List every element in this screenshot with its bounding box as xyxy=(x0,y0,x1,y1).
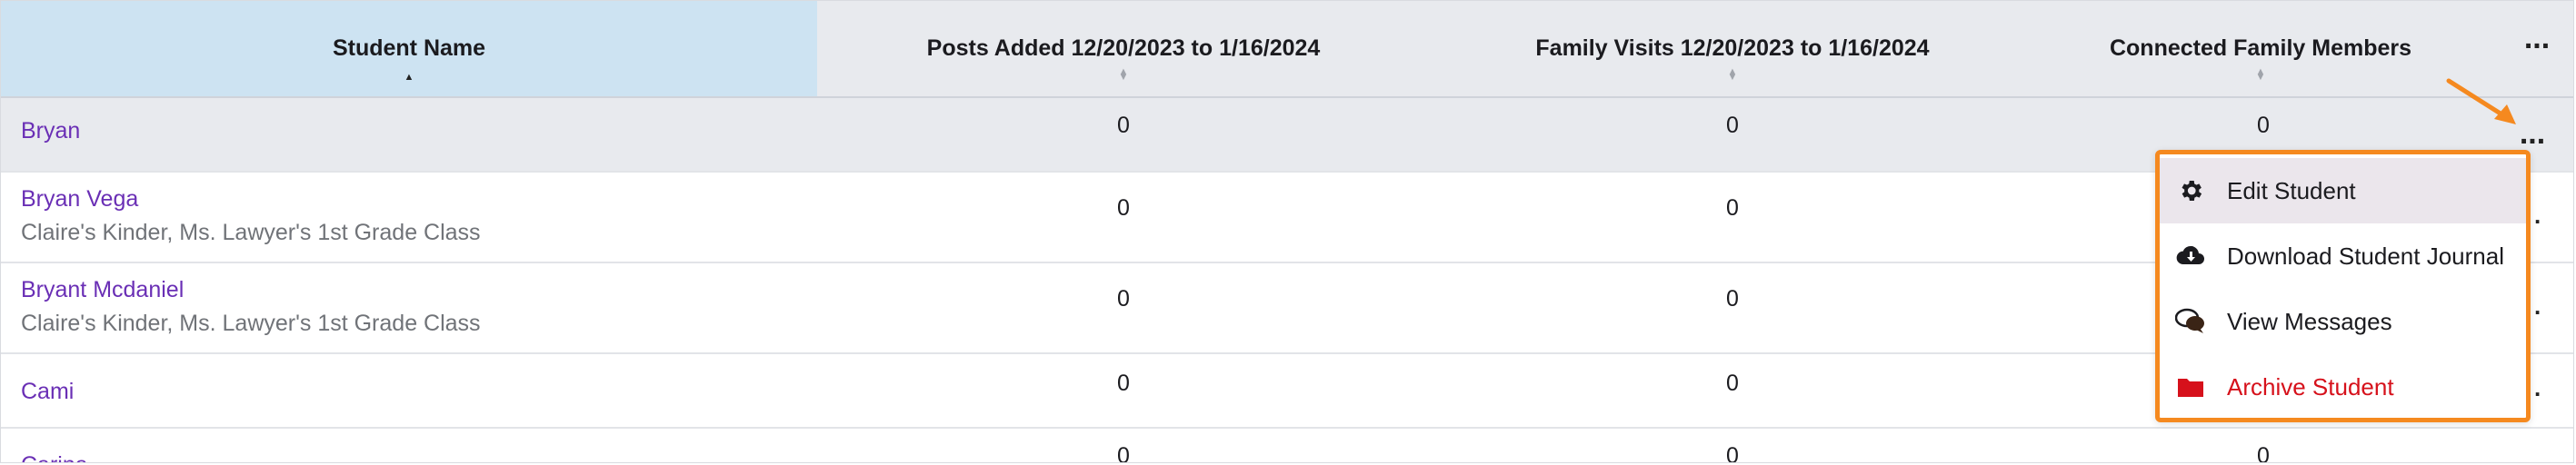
sort-icon: ▲ ▼ xyxy=(1727,66,1738,83)
column-header-student-name[interactable]: Student Name ▲ xyxy=(1,1,817,96)
row-more-options-icon[interactable]: . xyxy=(2534,292,2541,321)
folder-icon xyxy=(2172,375,2209,399)
menu-item-label: Download Student Journal xyxy=(2227,242,2504,270)
student-name-link[interactable]: Bryant Mcdaniel xyxy=(21,277,184,303)
annotation-arrow-icon xyxy=(2446,78,2516,124)
posts-count: 0 xyxy=(1117,113,1130,138)
column-header-posts-added[interactable]: Posts Added 12/20/2023 to 1/16/2024 ▲ ▼ xyxy=(817,1,1430,96)
menu-item-download-journal[interactable]: Download Student Journal xyxy=(2160,223,2526,289)
visits-count: 0 xyxy=(1726,443,1739,463)
posts-count: 0 xyxy=(1117,286,1130,312)
table-row: Carina 0 0 0 xyxy=(1,429,2573,463)
gear-icon xyxy=(2172,177,2209,204)
student-name-link[interactable]: Cami xyxy=(21,379,74,405)
visits-count: 0 xyxy=(1726,286,1739,312)
sort-ascending-icon: ▲ xyxy=(404,72,414,83)
members-count: 0 xyxy=(2257,443,2270,463)
members-count: 0 xyxy=(2257,113,2270,138)
student-class-text: Claire's Kinder, Ms. Lawyer's 1st Grade … xyxy=(21,311,481,336)
student-actions-menu: Edit Student Download Student Journal Vi… xyxy=(2155,150,2531,422)
chat-bubbles-icon xyxy=(2172,308,2209,335)
menu-item-edit-student[interactable]: Edit Student xyxy=(2160,158,2526,223)
posts-count: 0 xyxy=(1117,195,1130,221)
header-more-options-icon[interactable]: ... xyxy=(2514,23,2560,64)
sort-icon: ▲ ▼ xyxy=(2255,66,2266,83)
cloud-download-icon xyxy=(2172,244,2209,268)
menu-item-label: Edit Student xyxy=(2227,176,2356,204)
student-name-link[interactable]: Carina xyxy=(21,452,88,462)
posts-count: 0 xyxy=(1117,443,1130,463)
student-class-text: Claire's Kinder, Ms. Lawyer's 1st Grade … xyxy=(21,220,481,245)
visits-count: 0 xyxy=(1726,113,1739,138)
visits-count: 0 xyxy=(1726,371,1739,396)
student-name-link[interactable]: Bryan xyxy=(21,118,80,144)
row-more-options-icon[interactable]: . xyxy=(2534,202,2541,230)
sort-icon: ▲ ▼ xyxy=(1118,66,1129,83)
visits-count: 0 xyxy=(1726,195,1739,221)
menu-item-archive-student[interactable]: Archive Student xyxy=(2160,354,2526,420)
menu-item-label: Archive Student xyxy=(2227,372,2394,401)
posts-count: 0 xyxy=(1117,371,1130,396)
menu-item-view-messages[interactable]: View Messages xyxy=(2160,289,2526,354)
column-header-family-visits[interactable]: Family Visits 12/20/2023 to 1/16/2024 ▲ ▼ xyxy=(1430,1,2035,96)
student-table: Student Name ▲ Posts Added 12/20/2023 to… xyxy=(0,0,2574,463)
column-header-connected-family[interactable]: Connected Family Members ▲ ▼ xyxy=(2035,1,2486,96)
table-header: Student Name ▲ Posts Added 12/20/2023 to… xyxy=(1,1,2573,98)
row-more-options-icon[interactable]: . xyxy=(2534,374,2541,402)
student-name-link[interactable]: Bryan Vega xyxy=(21,186,138,213)
menu-item-label: View Messages xyxy=(2227,307,2392,335)
